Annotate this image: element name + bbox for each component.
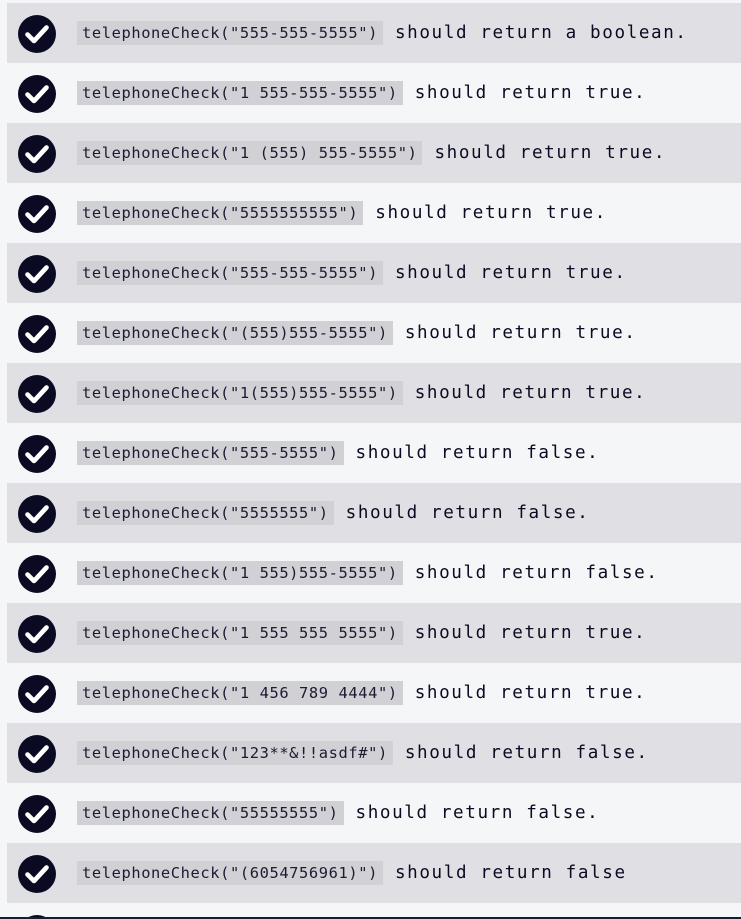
- test-code: telephoneCheck("5555555555"): [77, 201, 364, 225]
- test-description: should return true.: [414, 683, 647, 703]
- test-row: telephoneCheck("1(555)555-5555") should …: [7, 363, 741, 423]
- test-code: telephoneCheck("555-5555"): [77, 441, 344, 465]
- test-row: telephoneCheck("5555555555") should retu…: [7, 183, 741, 243]
- test-row: telephoneCheck("555-555-5555") should re…: [7, 3, 741, 63]
- test-row: telephoneCheck("123**&!!asdf#") should r…: [7, 723, 741, 783]
- test-description: should return true.: [414, 383, 647, 403]
- test-row: telephoneCheck("55555555") should return…: [7, 783, 741, 843]
- test-description: should return true.: [434, 143, 667, 163]
- test-description: should return true.: [375, 203, 607, 223]
- test-row: telephoneCheck("1 456 789 4444") should …: [7, 663, 741, 723]
- test-code: telephoneCheck("1(555)555-5555"): [77, 381, 403, 405]
- test-code: telephoneCheck("55555555"): [77, 801, 344, 825]
- test-code: telephoneCheck("1 555-555-5555"): [77, 81, 403, 105]
- check-circle-icon: [17, 314, 57, 354]
- test-code: telephoneCheck("1 456 789 4444"): [77, 681, 403, 705]
- test-code: telephoneCheck("123**&!!asdf#"): [77, 741, 393, 765]
- check-circle-icon: [17, 734, 57, 774]
- check-circle-icon: [17, 614, 57, 654]
- check-circle-icon: [17, 674, 57, 714]
- test-description: should return false: [394, 863, 627, 883]
- test-code: telephoneCheck("1 555)555-5555"): [77, 561, 403, 585]
- test-description: should return true.: [394, 263, 627, 283]
- check-circle-icon: [17, 854, 57, 894]
- test-row: telephoneCheck("1 (555) 555-5555") shoul…: [7, 123, 741, 183]
- test-results-list: telephoneCheck("555-555-5555") should re…: [7, 3, 741, 903]
- test-description: should return false.: [404, 743, 649, 763]
- test-code: telephoneCheck("555-555-5555"): [77, 21, 383, 45]
- check-circle-icon: [17, 74, 57, 114]
- test-row: telephoneCheck("1 555-555-5555") should …: [7, 63, 741, 123]
- test-code: telephoneCheck("5555555"): [77, 501, 334, 525]
- test-code: telephoneCheck("(6054756961)"): [77, 861, 383, 885]
- check-circle-icon: [17, 134, 57, 174]
- test-description: should return true.: [404, 323, 637, 343]
- test-description: should return false.: [345, 503, 590, 523]
- test-code: telephoneCheck("1 555 555 5555"): [77, 621, 403, 645]
- check-circle-icon: [17, 194, 57, 234]
- test-description: should return false.: [355, 803, 600, 823]
- test-row: telephoneCheck("1 555 555 5555") should …: [7, 603, 741, 663]
- check-circle-icon: [17, 794, 57, 834]
- test-row: telephoneCheck("555-5555") should return…: [7, 423, 741, 483]
- test-row: telephoneCheck("1 555)555-5555") should …: [7, 543, 741, 603]
- test-description: should return true.: [414, 83, 647, 103]
- test-row: telephoneCheck("(555)555-5555") should r…: [7, 303, 741, 363]
- test-description: should return true.: [414, 623, 647, 643]
- check-circle-icon: [17, 14, 57, 54]
- test-description: should return a boolean.: [394, 23, 688, 43]
- test-description: should return false.: [414, 563, 659, 583]
- test-row: telephoneCheck("(6054756961)") should re…: [7, 843, 741, 903]
- test-code: telephoneCheck("555-555-5555"): [77, 261, 383, 285]
- check-circle-icon: [17, 554, 57, 594]
- test-row: telephoneCheck("5555555") should return …: [7, 483, 741, 543]
- test-code: telephoneCheck("1 (555) 555-5555"): [77, 141, 423, 165]
- check-circle-icon: [17, 374, 57, 414]
- test-code: telephoneCheck("(555)555-5555"): [77, 321, 393, 345]
- test-description: should return false.: [355, 443, 600, 463]
- check-circle-icon: [17, 494, 57, 534]
- test-row: telephoneCheck("555-555-5555") should re…: [7, 243, 741, 303]
- check-circle-icon: [17, 434, 57, 474]
- check-circle-icon: [17, 254, 57, 294]
